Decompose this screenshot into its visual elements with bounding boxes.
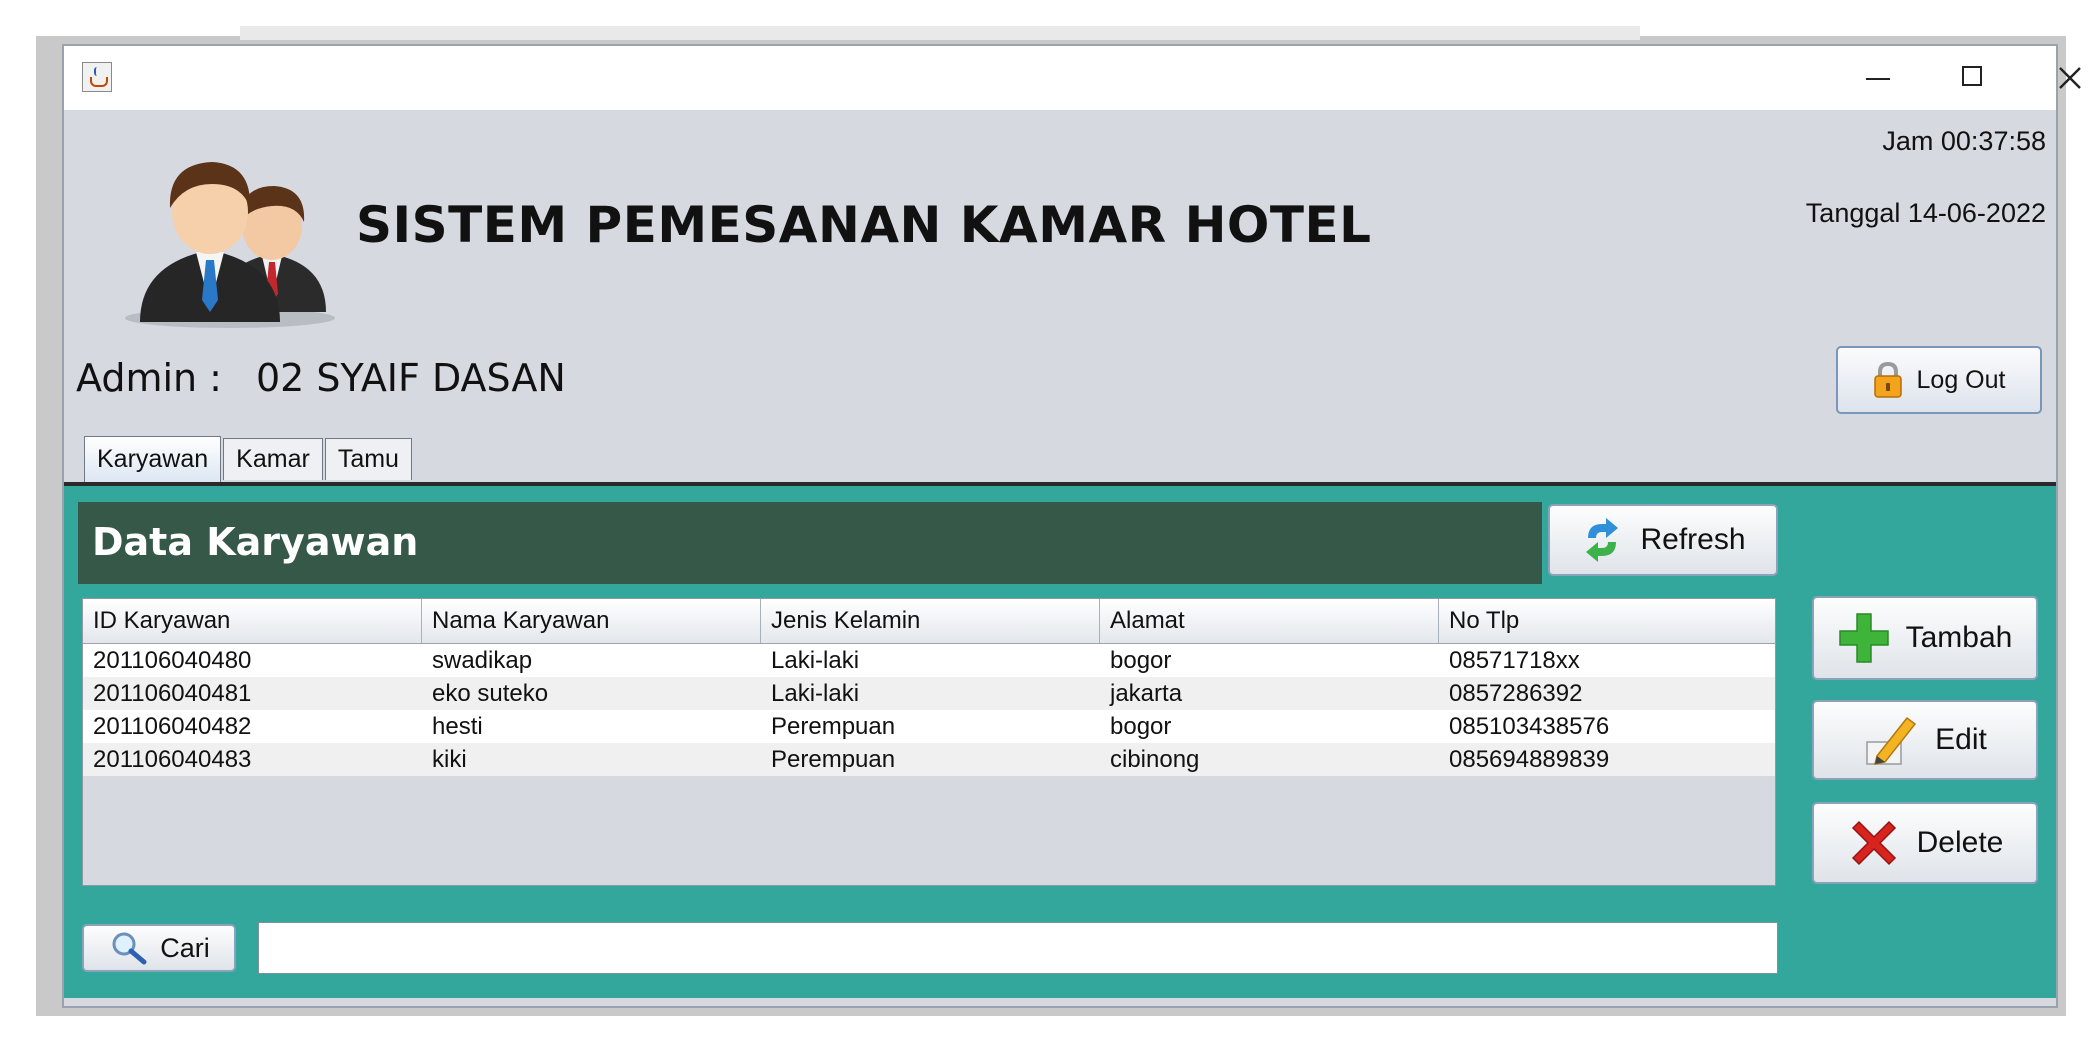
- tab-tamu[interactable]: Tamu: [324, 438, 412, 480]
- edit-label: Edit: [1935, 723, 1987, 756]
- minimize-icon: [1866, 78, 1890, 80]
- table-cell: jakarta: [1110, 680, 1183, 707]
- refresh-label: Refresh: [1640, 523, 1746, 556]
- tab-karyawan[interactable]: Karyawan: [84, 436, 222, 482]
- table-header: ID Karyawan Nama Karyawan Jenis Kelamin …: [83, 599, 1775, 644]
- delete-label: Delete: [1916, 826, 2004, 859]
- edit-button[interactable]: Edit: [1812, 700, 2038, 780]
- table-row[interactable]: 201106040480 swadikap Laki-laki bogor 08…: [83, 644, 1775, 677]
- table-cell: bogor: [1110, 647, 1172, 674]
- table-row[interactable]: 201106040482 hesti Perempuan bogor 08510…: [83, 710, 1775, 743]
- col-header-nama[interactable]: Nama Karyawan: [422, 599, 761, 643]
- data-heading: Data Karyawan: [92, 520, 419, 564]
- users-avatar-icon: [125, 162, 335, 328]
- col-header-alamat[interactable]: Alamat: [1100, 599, 1439, 643]
- table-cell: 08571718xx: [1449, 647, 1580, 674]
- table-cell: cibinong: [1110, 746, 1200, 773]
- table-cell: 201106040482: [93, 713, 252, 740]
- tab-bar: Karyawan Kamar Tamu: [84, 436, 414, 482]
- search-icon: [112, 932, 147, 965]
- table-cell: hesti: [432, 713, 483, 740]
- system-title: SISTEM PEMESANAN KAMAR HOTEL: [356, 196, 1372, 254]
- admin-info: Admin : 02 SYAIF DASAN: [76, 356, 566, 400]
- date-label: Tanggal 14-06-2022: [1805, 198, 2046, 228]
- admin-label: Admin :: [76, 356, 222, 400]
- logout-label: Log Out: [1916, 365, 2006, 394]
- karyawan-panel: Data Karyawan Refresh ID Karyawan Nama K…: [64, 486, 2056, 998]
- table-cell: eko suteko: [432, 680, 549, 707]
- table-cell: Laki-laki: [771, 647, 860, 674]
- close-icon: [2059, 67, 2081, 89]
- table-cell: 201106040483: [93, 746, 252, 773]
- edit-pencil-icon: [1866, 716, 1917, 765]
- table-row[interactable]: 201106040483 kiki Perempuan cibinong 085…: [83, 743, 1775, 776]
- table-cell: 085694889839: [1449, 746, 1610, 773]
- plus-icon: [1838, 613, 1889, 663]
- table-cell: 201106040480: [93, 647, 252, 674]
- maximize-icon: [1962, 66, 1982, 86]
- table-cell: 085103438576: [1449, 713, 1610, 740]
- table-cell: Perempuan: [771, 713, 896, 740]
- admin-value: 02 SYAIF DASAN: [256, 356, 566, 400]
- delete-x-icon: [1851, 820, 1896, 866]
- minimize-button[interactable]: [1832, 52, 1922, 104]
- tab-kamar[interactable]: Kamar: [223, 438, 323, 480]
- table-cell: kiki: [432, 746, 467, 773]
- refresh-button[interactable]: Refresh: [1548, 504, 1778, 576]
- col-header-id[interactable]: ID Karyawan: [83, 599, 422, 643]
- table-cell: bogor: [1110, 713, 1172, 740]
- close-button[interactable]: [2024, 52, 2096, 104]
- table-cell: Laki-laki: [771, 680, 860, 707]
- logout-button[interactable]: Log Out: [1836, 346, 2042, 414]
- table-cell: 201106040481: [93, 680, 252, 707]
- app-window: SISTEM PEMESANAN KAMAR HOTEL Jam 00:37:5…: [62, 44, 2081, 1008]
- tambah-button[interactable]: Tambah: [1812, 596, 2038, 680]
- lock-icon: [1873, 361, 1902, 398]
- maximize-button[interactable]: [1928, 52, 2018, 104]
- background-ruler: [240, 26, 1640, 40]
- delete-button[interactable]: Delete: [1812, 802, 2038, 884]
- tambah-label: Tambah: [1905, 621, 2013, 654]
- cari-label: Cari: [160, 932, 210, 963]
- col-header-jenis-kelamin[interactable]: Jenis Kelamin: [761, 599, 1100, 643]
- clock-label: Jam 00:37:58: [1882, 126, 2046, 156]
- karyawan-table: ID Karyawan Nama Karyawan Jenis Kelamin …: [82, 598, 1776, 886]
- refresh-icon: [1586, 518, 1619, 562]
- java-app-icon: [82, 62, 112, 92]
- table-cell: swadikap: [432, 647, 533, 674]
- title-bar: [64, 46, 2081, 110]
- col-header-no-tlp[interactable]: No Tlp: [1439, 599, 1775, 643]
- table-cell: Perempuan: [771, 746, 896, 773]
- table-cell: 0857286392: [1449, 680, 1583, 707]
- table-row[interactable]: 201106040481 eko suteko Laki-laki jakart…: [83, 677, 1775, 710]
- cari-button[interactable]: Cari: [82, 924, 236, 972]
- search-input[interactable]: [258, 922, 1778, 974]
- data-header: Data Karyawan: [78, 502, 1542, 584]
